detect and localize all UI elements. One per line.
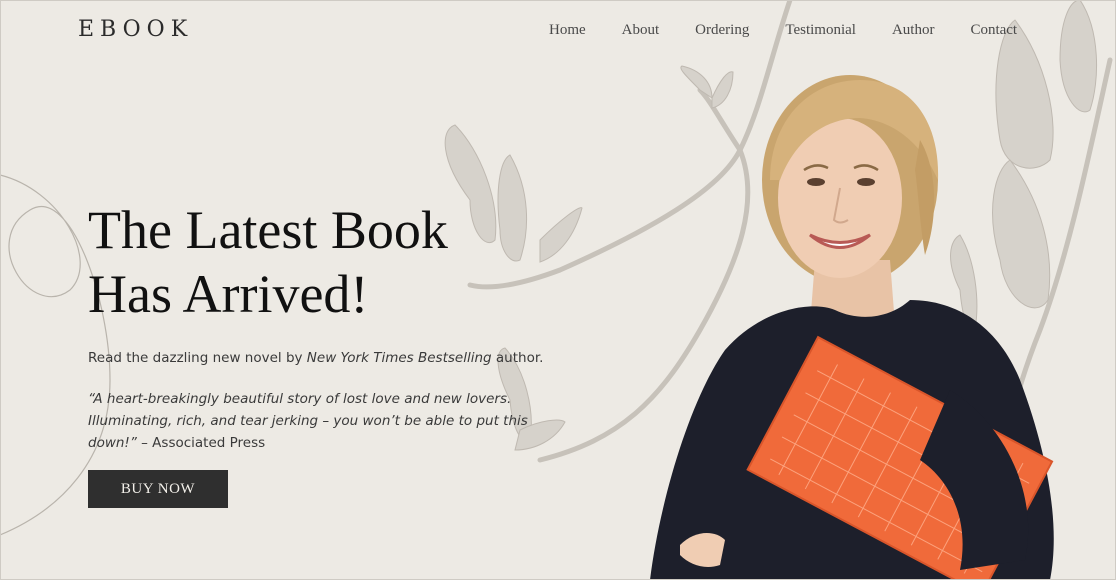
main-nav: Home About Ordering Testimonial Author C… (549, 22, 1053, 39)
nav-ordering[interactable]: Ordering (695, 22, 749, 39)
site-logo[interactable]: EBOOK (78, 17, 193, 42)
intro-emphasis: New York Times Bestselling (306, 350, 492, 366)
author-photo (650, 75, 1054, 580)
hero-quote: “A heart-breakingly beautiful story of l… (88, 388, 536, 454)
nav-about[interactable]: About (622, 22, 660, 39)
nav-contact[interactable]: Contact (970, 22, 1017, 39)
hero-title-line-2: Has Arrived! (88, 264, 369, 324)
hero-title: The Latest Book Has Arrived! (88, 198, 508, 326)
nav-testimonial[interactable]: Testimonial (785, 22, 856, 39)
hero-intro: Read the dazzling new novel by New York … (88, 350, 558, 366)
intro-prefix: Read the dazzling new novel by (88, 350, 307, 366)
nav-home[interactable]: Home (549, 22, 586, 39)
quote-source: – Associated Press (136, 435, 266, 451)
intro-suffix: author. (491, 350, 544, 366)
nav-author[interactable]: Author (892, 22, 935, 39)
buy-now-button[interactable]: BUY NOW (88, 470, 228, 508)
hero-title-line-1: The Latest Book (88, 200, 448, 260)
